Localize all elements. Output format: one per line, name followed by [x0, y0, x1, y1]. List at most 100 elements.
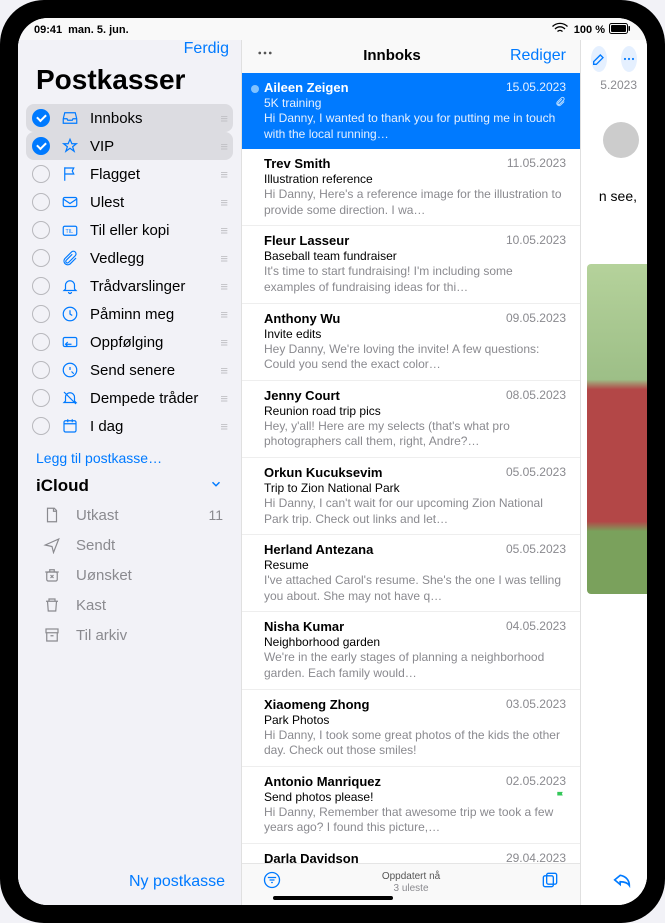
mailbox-row-cc[interactable]: TILTil eller kopi≡ [26, 216, 233, 244]
message-row[interactable]: Xiaomeng Zhong03.05.2023Park PhotosHi Da… [242, 690, 580, 767]
drag-handle-icon[interactable]: ≡ [220, 223, 227, 238]
done-button[interactable]: Ferdig [184, 40, 229, 58]
bell-icon [60, 277, 80, 295]
reply-button[interactable] [611, 877, 633, 894]
message-list-pane: Innboks Rediger Aileen Zeigen15.05.20235… [242, 40, 581, 905]
account-header[interactable]: iCloud [18, 472, 241, 500]
drag-handle-icon[interactable]: ≡ [220, 363, 227, 378]
mailbox-row-clock[interactable]: Påminn meg ≡ [26, 300, 233, 328]
mailbox-label: Påminn meg [90, 306, 174, 323]
drag-handle-icon[interactable]: ≡ [220, 419, 227, 434]
sent-icon [42, 536, 62, 554]
drag-handle-icon[interactable]: ≡ [220, 335, 227, 350]
folder-row-sent[interactable]: Sendt [26, 530, 233, 560]
inbox-icon [60, 109, 80, 127]
junk-icon [42, 566, 62, 584]
checkbox-icon[interactable] [32, 389, 50, 407]
folder-row-archive[interactable]: Til arkiv [26, 620, 233, 650]
message-row[interactable]: Jenny Court08.05.2023Reunion road trip p… [242, 381, 580, 458]
mail-icon [60, 193, 80, 211]
status-bar: 09:41 man. 5. jun. 100 % [18, 18, 647, 40]
message-subject: Send photos please! [264, 790, 566, 804]
edit-button[interactable]: Rediger [510, 47, 566, 65]
checkbox-icon[interactable] [32, 221, 50, 239]
mailbox-row-today[interactable]: I dag ≡ [26, 412, 233, 440]
message-date: 03.05.2023 [506, 697, 566, 712]
drag-handle-icon[interactable]: ≡ [220, 391, 227, 406]
message-date: 15.05.2023 [506, 80, 566, 95]
message-date: 02.05.2023 [506, 774, 566, 789]
mailbox-row-reply[interactable]: Oppfølging ≡ [26, 328, 233, 356]
message-date: 09.05.2023 [506, 311, 566, 326]
mailboxes-sidebar: Ferdig Postkasser Innboks≡VIP≡Flagget≡Ul… [18, 40, 242, 905]
message-row[interactable]: Darla Davidson29.04.2023The best vacatio… [242, 844, 580, 863]
checkbox-icon[interactable] [32, 193, 50, 211]
copy-icon[interactable] [540, 870, 560, 895]
checkbox-icon[interactable] [32, 361, 50, 379]
filter-icon[interactable] [262, 870, 282, 895]
mailbox-row-inbox[interactable]: Innboks≡ [26, 104, 233, 132]
folder-row-trash[interactable]: Kast [26, 590, 233, 620]
message-sender: Nisha Kumar [264, 619, 344, 634]
mute-icon [60, 389, 80, 407]
checkbox-icon[interactable] [32, 417, 50, 435]
message-subject: Baseball team fundraiser [264, 249, 566, 263]
list-title: Innboks [363, 47, 421, 64]
unread-dot-icon [251, 85, 259, 93]
attachment-icon [555, 96, 566, 110]
checkbox-icon[interactable] [32, 305, 50, 323]
drag-handle-icon[interactable]: ≡ [220, 167, 227, 182]
add-mailbox-link[interactable]: Legg til postkasse… [18, 440, 241, 472]
message-row[interactable]: Anthony Wu09.05.2023Invite editsHey Dann… [242, 304, 580, 381]
checkbox-icon[interactable] [32, 249, 50, 267]
message-subject: Trip to Zion National Park [264, 481, 566, 495]
folder-row-junk[interactable]: Uønsket [26, 560, 233, 590]
folder-row-draft[interactable]: Utkast11 [26, 500, 233, 530]
checkbox-icon[interactable] [32, 277, 50, 295]
message-preview: I've attached Carol's resume. She's the … [264, 573, 566, 604]
message-subject: 5K training [264, 96, 566, 110]
new-mailbox-button[interactable]: Ny postkasse [129, 873, 225, 891]
mailbox-row-flag[interactable]: Flagget ≡ [26, 160, 233, 188]
drag-handle-icon[interactable]: ≡ [220, 279, 227, 294]
battery-percent: 100 % [574, 24, 605, 36]
mailbox-row-clip[interactable]: Vedlegg ≡ [26, 244, 233, 272]
mailbox-label: I dag [90, 418, 123, 435]
checkbox-icon[interactable] [32, 165, 50, 183]
mailbox-label: Trådvarslinger [90, 278, 185, 295]
message-subject: Illustration reference [264, 172, 566, 186]
drag-handle-icon[interactable]: ≡ [220, 139, 227, 154]
message-row[interactable]: Orkun Kucuksevim05.05.2023Trip to Zion N… [242, 458, 580, 535]
more-menu-icon[interactable] [256, 44, 274, 67]
message-row[interactable]: Herland Antezana05.05.2023ResumeI've att… [242, 535, 580, 612]
message-row[interactable]: Antonio Manriquez02.05.2023Send photos p… [242, 767, 580, 844]
drag-handle-icon[interactable]: ≡ [220, 251, 227, 266]
mailbox-label: Vedlegg [90, 250, 144, 267]
message-row[interactable]: Aileen Zeigen15.05.20235K trainingHi Dan… [242, 73, 580, 149]
mailbox-label: Flagget [90, 166, 140, 183]
checkbox-icon[interactable] [32, 137, 50, 155]
avatar [603, 122, 639, 158]
status-date: man. 5. jun. [68, 24, 129, 36]
mailbox-label: Oppfølging [90, 334, 163, 351]
message-row[interactable]: Fleur Lasseur10.05.2023Baseball team fun… [242, 226, 580, 303]
checkbox-icon[interactable] [32, 109, 50, 127]
updated-label: Oppdatert nå [282, 871, 540, 883]
message-row[interactable]: Trev Smith11.05.2023Illustration referen… [242, 149, 580, 226]
mailbox-row-later[interactable]: Send senere≡ [26, 356, 233, 384]
archive-icon [42, 626, 62, 644]
drag-handle-icon[interactable]: ≡ [220, 307, 227, 322]
message-preview: Hi Danny, I took some great photos of th… [264, 728, 566, 759]
compose-button[interactable] [591, 46, 607, 72]
drag-handle-icon[interactable]: ≡ [220, 195, 227, 210]
draft-icon [42, 506, 62, 524]
mailbox-row-mute[interactable]: Dempede tråder≡ [26, 384, 233, 412]
mailbox-row-star[interactable]: VIP≡ [26, 132, 233, 160]
checkbox-icon[interactable] [32, 333, 50, 351]
more-button[interactable] [621, 46, 637, 72]
mailbox-row-mail[interactable]: Ulest≡ [26, 188, 233, 216]
chevron-down-icon [209, 476, 223, 496]
mailbox-row-bell[interactable]: Trådvarslinger ≡ [26, 272, 233, 300]
drag-handle-icon[interactable]: ≡ [220, 111, 227, 126]
message-row[interactable]: Nisha Kumar04.05.2023Neighborhood garden… [242, 612, 580, 689]
